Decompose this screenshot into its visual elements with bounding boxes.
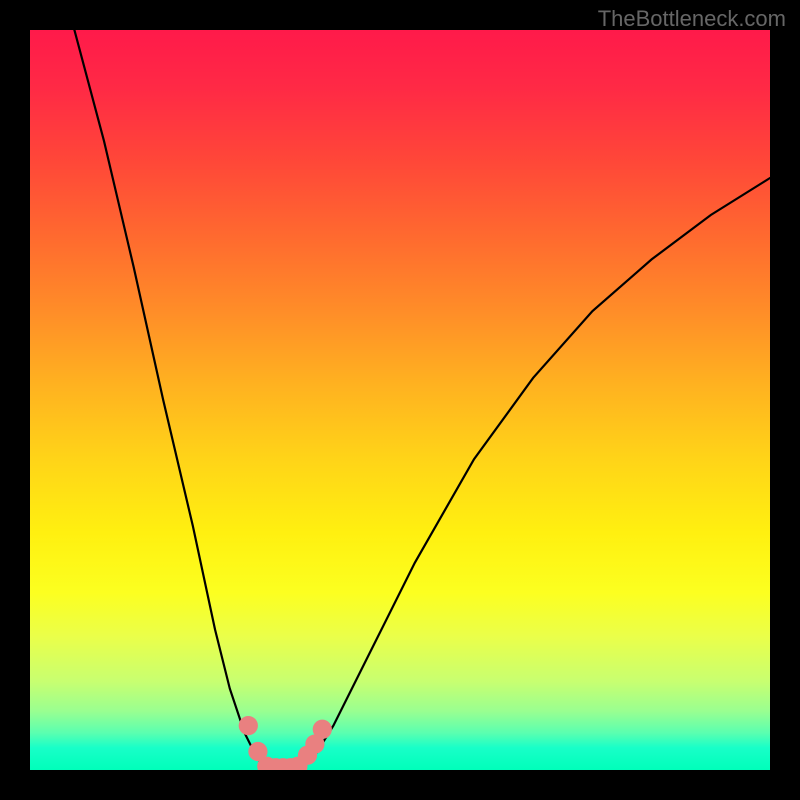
plot-area	[30, 30, 770, 770]
data-marker	[313, 720, 332, 739]
series-right-curve	[296, 178, 770, 770]
watermark-text: TheBottleneck.com	[598, 6, 786, 32]
series-left-curve	[74, 30, 266, 770]
chart-svg	[30, 30, 770, 770]
curve-group	[74, 30, 770, 770]
marker-group	[239, 716, 332, 770]
data-marker	[239, 716, 258, 735]
